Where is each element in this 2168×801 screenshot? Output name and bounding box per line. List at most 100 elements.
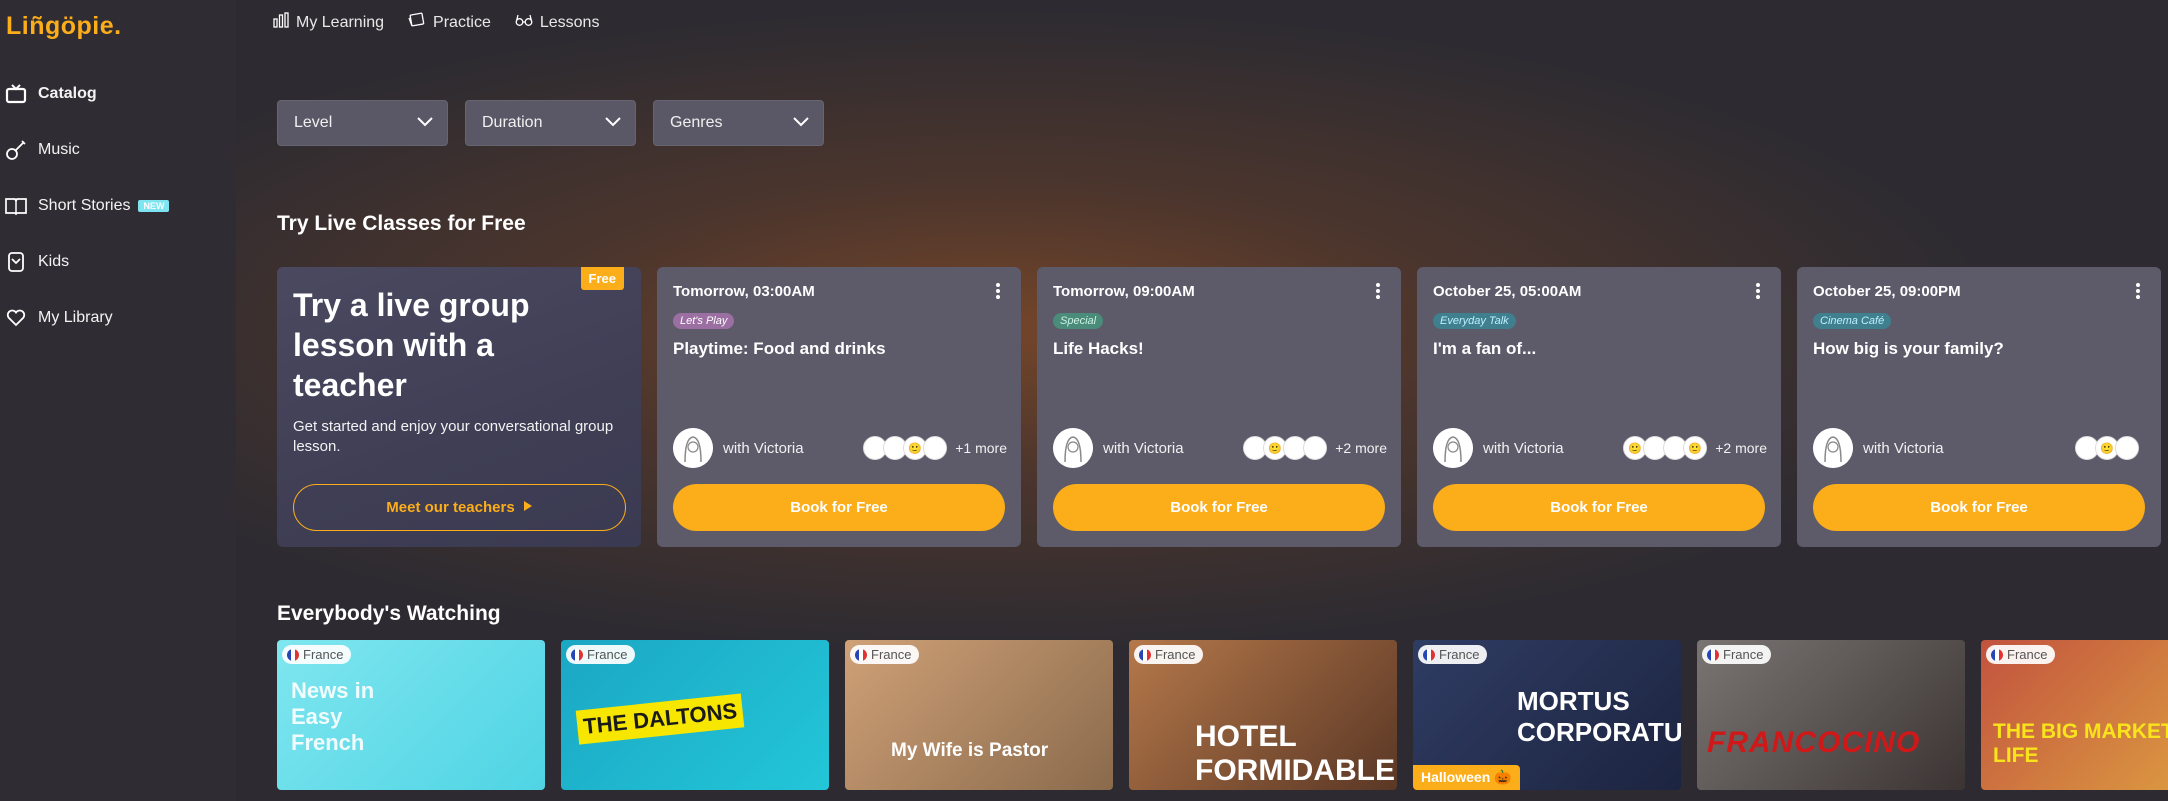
chart-icon xyxy=(273,12,289,33)
lesson-time: Tomorrow, 03:00AM xyxy=(673,283,815,300)
chevron-down-icon xyxy=(417,114,433,132)
live-classes-title: Try Live Classes for Free xyxy=(277,212,526,235)
book-for-free-button[interactable]: Book for Free xyxy=(1433,484,1765,531)
participant-avatar: 😊 xyxy=(1303,436,1328,460)
everybody-watching-title: Everybody's Watching xyxy=(277,602,501,625)
watching-row: France News in Easy French France THE DALTO… xyxy=(277,640,2168,790)
nav-label: Practice xyxy=(433,13,491,31)
nav-practice[interactable]: Practice xyxy=(408,12,491,33)
top-nav: My Learning Practice Lessons xyxy=(273,12,599,33)
france-flag-icon xyxy=(287,648,299,661)
teacher-avatar xyxy=(673,428,713,468)
country-chip: France xyxy=(282,645,352,664)
teacher-name: with Victoria xyxy=(1483,439,1564,457)
show-tile[interactable]: France FRANCOCINO xyxy=(1697,640,1965,790)
more-options-icon[interactable] xyxy=(1753,281,1763,301)
lesson-category-badge: Cinema Café xyxy=(1813,313,1892,329)
country-label: France xyxy=(587,647,628,662)
show-tile[interactable]: France News in Easy French xyxy=(277,640,545,790)
lesson-category-badge: Let's Play xyxy=(673,313,735,329)
promo-card: Free Try a live group lesson with a teac… xyxy=(277,267,641,547)
heart-icon xyxy=(3,305,29,331)
teacher-row: with Victoria 😀 😃 🙂 😊 +1 more xyxy=(673,428,1007,468)
lesson-category-badge: Special xyxy=(1053,313,1104,329)
nav-lessons[interactable]: Lessons xyxy=(515,12,600,33)
sidebar-item-short-stories[interactable]: Short Stories NEW xyxy=(0,188,236,224)
lesson-card[interactable]: October 25, 05:00AM Everyday Talk I'm a fa… xyxy=(1417,267,1781,547)
more-options-icon[interactable] xyxy=(1373,281,1383,301)
promo-title: Try a live group lesson with a teacher xyxy=(293,287,530,403)
france-flag-icon xyxy=(571,648,583,661)
show-tile[interactable]: France THE DALTONS xyxy=(561,640,829,790)
teacher-avatar xyxy=(1813,428,1853,468)
lesson-title: Life Hacks! xyxy=(1053,339,1144,358)
teacher-name: with Victoria xyxy=(1863,439,1944,457)
show-tile[interactable]: France My Wife is Pastor xyxy=(845,640,1113,790)
tv-icon xyxy=(3,81,29,107)
france-flag-icon xyxy=(1991,648,2003,661)
sidebar-item-label: Catalog xyxy=(38,85,97,102)
teacher-name: with Victoria xyxy=(723,439,804,457)
participants-group: 😀 😃 🙂 😊 xyxy=(863,436,948,460)
book-for-free-button[interactable]: Book for Free xyxy=(1053,484,1385,531)
show-title-art: HOTEL FORMIDABLE xyxy=(1195,720,1395,787)
teacher-avatar xyxy=(1053,428,1093,468)
show-title-art: THE DALTONS xyxy=(575,693,745,745)
teacher-row: with Victoria 😀 🙂 😎 😊 +2 more xyxy=(1053,428,1387,468)
book-for-free-button[interactable]: Book for Free xyxy=(1813,484,2145,531)
france-flag-icon xyxy=(1139,648,1151,661)
sidebar-item-music[interactable]: Music xyxy=(0,132,236,168)
nav-my-learning[interactable]: My Learning xyxy=(273,12,384,33)
glasses-icon xyxy=(515,13,533,32)
cards-icon xyxy=(408,12,426,33)
teacher-avatar xyxy=(1433,428,1473,468)
book-for-free-button[interactable]: Book for Free xyxy=(673,484,1005,531)
dropdown-label: Duration xyxy=(482,114,543,131)
show-tile[interactable]: France HOTEL FORMIDABLE xyxy=(1129,640,1397,790)
sidebar-item-my-library[interactable]: My Library xyxy=(0,300,236,336)
lesson-title: How big is your family? xyxy=(1813,339,2004,358)
lesson-time: October 25, 05:00AM xyxy=(1433,283,1582,300)
participants-group: 😀 🙂 😊 xyxy=(2075,436,2139,460)
main-content: My Learning Practice Lessons Level Durat… xyxy=(236,0,2168,801)
lesson-card[interactable]: October 25, 09:00PM Cinema Café How big is… xyxy=(1797,267,2161,547)
duration-dropdown[interactable]: Duration xyxy=(465,100,636,146)
country-label: France xyxy=(303,647,344,662)
lesson-time: Tomorrow, 09:00AM xyxy=(1053,283,1195,300)
country-chip: France xyxy=(1986,645,2056,664)
promo-subtitle: Get started and enjoy your conversationa… xyxy=(293,418,614,455)
button-label: Meet our teachers xyxy=(386,499,515,516)
sidebar-item-kids[interactable]: Kids xyxy=(0,244,236,280)
nav-label: Lessons xyxy=(539,13,600,31)
lesson-category-badge: Everyday Talk xyxy=(1433,313,1516,329)
kids-icon xyxy=(3,249,29,275)
participant-avatar: 🙂 xyxy=(1683,436,1708,460)
show-tile[interactable]: France MORTUS CORPORATUS Halloween 🎃 xyxy=(1413,640,1681,790)
guitar-icon xyxy=(3,137,29,163)
sidebar-item-label: Short Stories xyxy=(38,197,131,214)
dropdown-label: Genres xyxy=(670,114,723,131)
filters-bar: Level Duration Genres xyxy=(277,100,824,146)
country-chip: France xyxy=(566,645,636,664)
app-logo[interactable]: Liñgöpie. xyxy=(6,12,122,41)
chevron-down-icon xyxy=(793,114,809,132)
lesson-title: I'm a fan of... xyxy=(1433,339,1537,358)
meet-teachers-button[interactable]: Meet our teachers xyxy=(293,484,626,531)
genres-dropdown[interactable]: Genres xyxy=(653,100,824,146)
country-label: France xyxy=(1155,647,1196,662)
play-icon xyxy=(523,499,533,516)
participant-avatar: 😊 xyxy=(923,436,948,460)
show-title-art: My Wife is Pastor xyxy=(891,740,1049,761)
lesson-card[interactable]: Tomorrow, 09:00AM Special Life Hacks! with … xyxy=(1037,267,1401,547)
lesson-time: October 25, 09:00PM xyxy=(1813,283,1961,300)
lesson-card[interactable]: Tomorrow, 03:00AM Let's Play Playtime: Foo… xyxy=(657,267,1021,547)
more-options-icon[interactable] xyxy=(993,281,1003,301)
more-options-icon[interactable] xyxy=(2133,281,2143,301)
show-tile[interactable]: France THE BIG MARKET OF LIFE xyxy=(1981,640,2168,790)
participants-group: 😀 🙂 😎 😊 xyxy=(1243,436,1328,460)
country-chip: France xyxy=(1134,645,1204,664)
level-dropdown[interactable]: Level xyxy=(277,100,448,146)
country-label: France xyxy=(2007,647,2048,662)
sidebar-item-catalog[interactable]: Catalog xyxy=(0,76,236,112)
sidebar-item-label: My Library xyxy=(38,309,113,326)
